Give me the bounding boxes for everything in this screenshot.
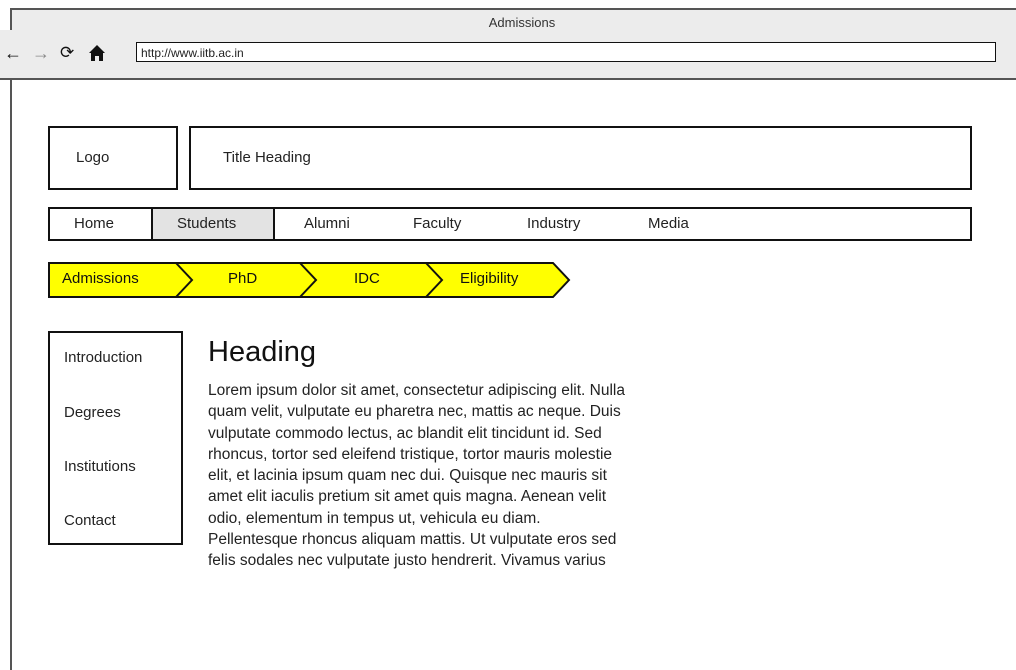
body-line: elit, et lacinia ipsum quam nec dui. Qui…	[208, 467, 607, 485]
menu-item-industry[interactable]: Industry	[527, 209, 580, 239]
body-line: felis sodales nec vulputate justo hendre…	[208, 552, 606, 570]
body-line: quam velit, vulputate eu pharetra nec, m…	[208, 403, 621, 421]
body-line: Lorem ipsum dolor sit amet, consectetur …	[208, 382, 625, 399]
url-input[interactable]: http://www.iitb.ac.in	[136, 42, 996, 62]
breadcrumb-item-eligibility[interactable]: Eligibility	[460, 262, 518, 296]
menu-item-students[interactable]: Students	[151, 209, 275, 239]
menu-item-alumni[interactable]: Alumni	[304, 209, 350, 239]
back-arrow-icon[interactable]: ←	[4, 44, 22, 62]
sidebar-item-degrees[interactable]: Degrees	[64, 403, 121, 423]
sidebar-item-institutions[interactable]: Institutions	[64, 457, 136, 477]
body-line: amet elit iaculis pretium sit amet quis …	[208, 488, 607, 506]
window-title: Admissions	[488, 15, 556, 30]
body-line: Pellentesque rhoncus aliquam mattis. Ut …	[208, 531, 617, 549]
body-line: odio, elementum in tempus ut, vehicula e…	[208, 509, 541, 527]
body-line: vulputate commodo lectus, ac blandit eli…	[208, 424, 602, 442]
menu-item-home[interactable]: Home	[74, 209, 114, 239]
home-icon[interactable]	[88, 44, 106, 65]
breadcrumb-item-idc[interactable]: IDC	[354, 262, 380, 296]
menu-item-faculty[interactable]: Faculty	[413, 209, 461, 239]
breadcrumb: Admissions PhD IDC Eligibility	[48, 262, 578, 298]
breadcrumb-item-admissions[interactable]: Admissions	[62, 262, 139, 296]
page-title: Title Heading	[189, 126, 972, 190]
sidebar-item-contact[interactable]: Contact	[64, 511, 116, 531]
browser-toolbar: ← → ⟳ http://www.iitb.ac.in	[0, 30, 1016, 80]
menu-item-media[interactable]: Media	[648, 209, 689, 239]
content-heading: Heading	[208, 336, 317, 368]
logo[interactable]: Logo	[48, 126, 178, 190]
content-body: Lorem ipsum dolor sit amet, consectetur …	[208, 380, 728, 572]
forward-arrow-icon[interactable]: →	[32, 44, 50, 62]
sidebar-nav: Introduction Degrees Institutions Contac…	[48, 331, 183, 545]
body-line: rhoncus, tortor sed eleifend tristique, …	[208, 445, 613, 463]
breadcrumb-item-phd[interactable]: PhD	[228, 262, 257, 296]
main-menu: Home Students Alumni Faculty Industry Me…	[48, 207, 972, 241]
reload-icon[interactable]: ⟳	[60, 44, 74, 62]
sidebar-item-introduction[interactable]: Introduction	[64, 348, 142, 368]
